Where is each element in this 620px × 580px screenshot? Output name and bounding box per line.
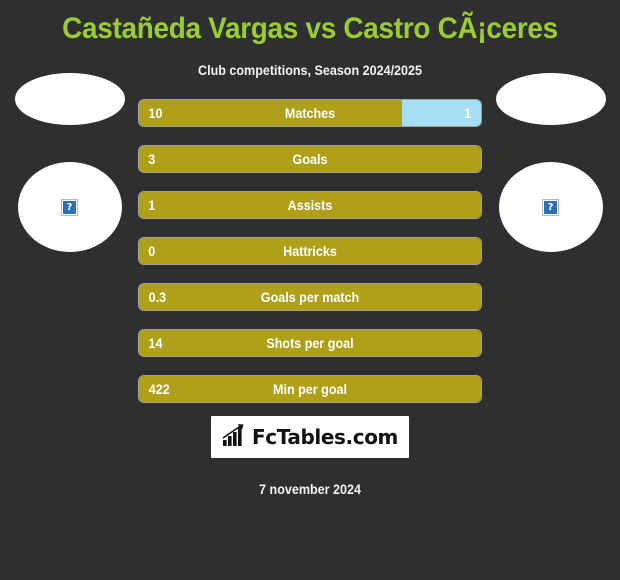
stat-bar-home: 0 [139, 238, 481, 264]
stat-bar-home: 10 [139, 100, 403, 126]
stat-bar-home: 422 [139, 376, 481, 402]
stat-row: 10 1 Matches [139, 100, 481, 126]
stat-row: 422 Min per goal [139, 376, 481, 402]
stat-bar-home: 1 [139, 192, 481, 218]
stat-row: 0 Hattricks [139, 238, 481, 264]
home-player-ellipse-top [14, 73, 125, 125]
stat-home-value: 1 [148, 197, 156, 213]
home-player-panel: ? [0, 73, 139, 400]
away-player-avatar: ? [498, 162, 603, 252]
stat-row: 1 Assists [139, 192, 481, 218]
stat-bar-away: 1 [402, 100, 481, 126]
away-player-panel: ? [481, 73, 620, 400]
stat-row: 0.3 Goals per match [139, 284, 481, 310]
page-subtitle: Club competitions, Season 2024/2025 [198, 63, 422, 78]
broken-image-glyph: ? [63, 200, 76, 214]
page-title: Castañeda Vargas vs Castro CÃ¡ceres [62, 12, 558, 45]
bar-chart-arrow-icon [222, 423, 248, 452]
comparison-area: ? ? 10 1 Matches 3 Goals 1 Assists 0 Hattricks 0.… [0, 73, 620, 410]
stat-bar-home: 0.3 [139, 284, 481, 310]
broken-image-icon: ? [61, 198, 78, 216]
stat-bar-list: 10 1 Matches 3 Goals 1 Assists 0 Hattricks 0.3 Goa… [139, 100, 481, 422]
stat-home-value: 0.3 [148, 289, 167, 305]
stat-home-value: 0 [148, 243, 156, 259]
stat-home-value: 10 [148, 105, 163, 121]
stat-away-value: 1 [464, 105, 472, 121]
home-player-avatar: ? [17, 162, 122, 252]
stat-bar-home: 3 [139, 146, 481, 172]
stat-row: 14 Shots per goal [139, 330, 481, 356]
fctables-logo[interactable]: FcTables.com [211, 416, 409, 458]
broken-image-icon: ? [542, 198, 559, 216]
broken-image-glyph: ? [544, 200, 557, 214]
stat-row: 3 Goals [139, 146, 481, 172]
fctables-logo-text: FcTables.com [252, 425, 398, 449]
stat-home-value: 14 [148, 335, 163, 351]
stat-bar-home: 14 [139, 330, 481, 356]
stat-home-value: 3 [148, 151, 156, 167]
away-player-ellipse-top [495, 73, 606, 125]
stat-home-value: 422 [148, 381, 170, 397]
page-footer: FcTables.com 7 november 2024 [0, 416, 620, 497]
page-header: Castañeda Vargas vs Castro CÃ¡ceres Club… [0, 0, 620, 78]
footer-date: 7 november 2024 [259, 482, 361, 497]
